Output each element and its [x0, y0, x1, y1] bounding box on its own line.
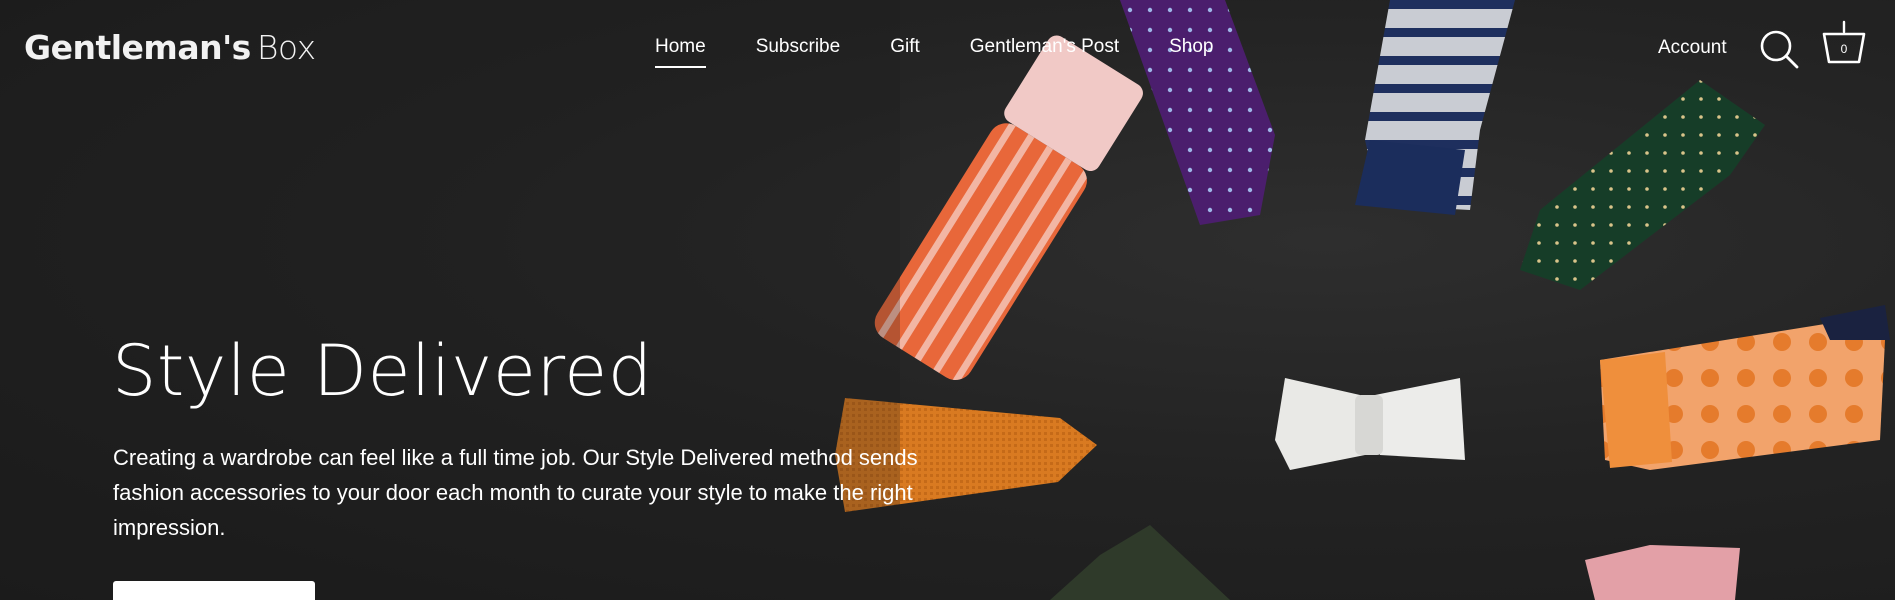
main-navigation: Home Subscribe Gift Gentleman's Post Sho…	[655, 36, 1264, 68]
hero-description: Creating a wardrobe can feel like a full…	[113, 445, 918, 540]
account-link[interactable]: Account	[1658, 37, 1727, 59]
cart-button[interactable]: 0	[1820, 20, 1868, 70]
cart-count-badge: 0	[1840, 42, 1848, 56]
search-button[interactable]	[1758, 28, 1800, 70]
nav-item-shop[interactable]: Shop	[1169, 36, 1213, 68]
brand-logo[interactable]: Gentleman's Box	[24, 28, 316, 67]
site-header: Gentleman's Box Home Subscribe Gift Gentl…	[0, 0, 1895, 96]
nav-item-home[interactable]: Home	[655, 36, 706, 68]
hero-banner: Gentleman's Box Home Subscribe Gift Gentl…	[0, 0, 1895, 600]
brand-name-primary: Gentleman's	[24, 28, 251, 67]
nav-item-gentlemans-post[interactable]: Gentleman's Post	[970, 36, 1119, 68]
brand-name-secondary: Box	[256, 28, 316, 67]
hero-cta-button[interactable]	[113, 581, 315, 600]
nav-item-subscribe[interactable]: Subscribe	[756, 36, 841, 68]
hero-title: Style Delivered	[112, 330, 653, 412]
search-icon	[1760, 30, 1799, 69]
nav-item-gift[interactable]: Gift	[890, 36, 920, 68]
